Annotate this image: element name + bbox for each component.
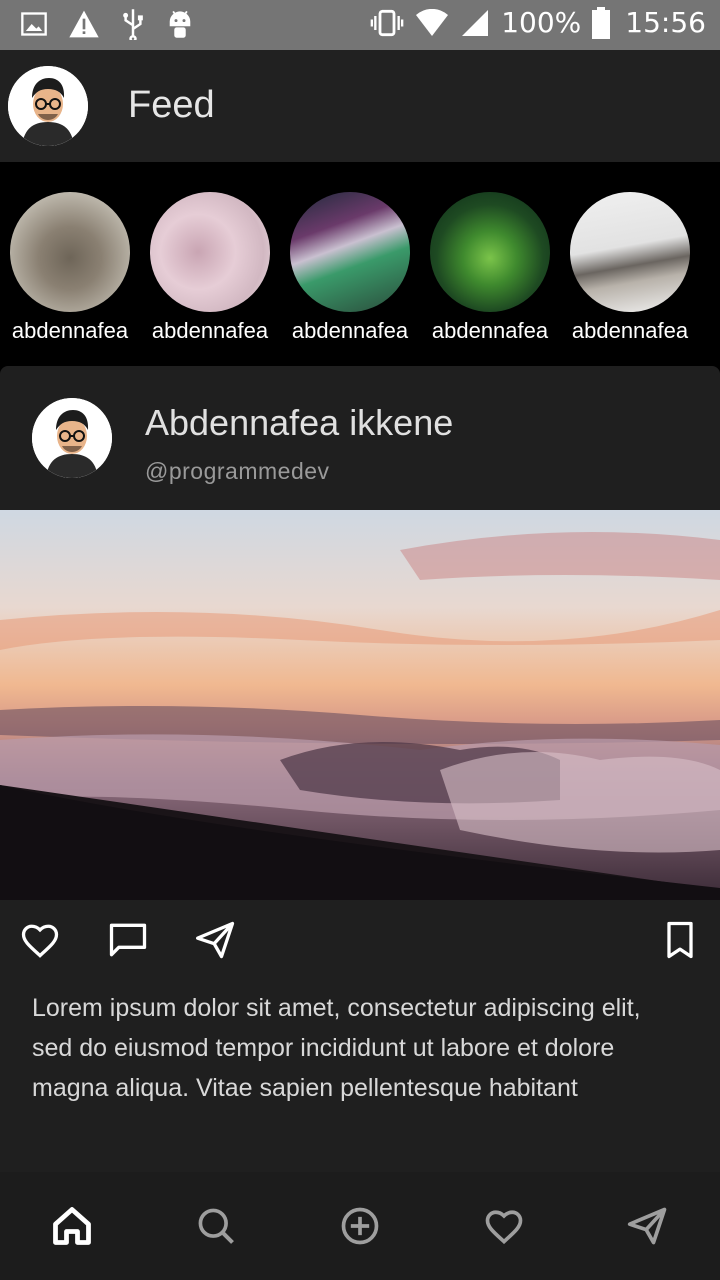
story-thumbnail	[290, 192, 410, 312]
send-icon[interactable]	[626, 1204, 670, 1248]
story-thumbnail	[10, 192, 130, 312]
status-bar: 100% 15:56	[0, 0, 720, 50]
story-username: abdennafea	[11, 318, 129, 343]
clock: 15:56	[625, 6, 706, 39]
story-username: abdennafea	[571, 318, 689, 343]
app-bar: Feed	[0, 50, 720, 162]
story-username: abdennafea	[431, 318, 549, 343]
usb-icon	[123, 9, 143, 40]
post-author-name[interactable]: Abdennafea ikkene	[145, 402, 453, 444]
story-item[interactable]: abdennafea	[140, 192, 280, 344]
image-icon	[21, 12, 47, 36]
bottom-navigation	[0, 1172, 720, 1280]
post-author-handle: @programmedev	[145, 458, 330, 484]
add-icon[interactable]	[338, 1204, 382, 1248]
story-thumbnail	[430, 192, 550, 312]
vibrate-icon	[370, 9, 404, 36]
post-card: Abdennafea ikkene @programmedev Lorem ip…	[0, 366, 720, 1172]
story-thumbnail	[570, 192, 690, 312]
post-caption: Lorem ipsum dolor sit amet, consectetur …	[32, 994, 641, 1102]
post-image[interactable]	[0, 510, 720, 900]
heart-icon[interactable]	[482, 1204, 526, 1248]
signal-icon	[462, 9, 489, 36]
home-icon[interactable]	[50, 1204, 94, 1248]
battery-percentage: 100%	[501, 6, 582, 39]
story-item[interactable]: abdennafea	[560, 192, 700, 344]
story-thumbnail	[150, 192, 270, 312]
stories-row: abdennafea abdennafea abdennafea abdenna…	[0, 162, 720, 366]
post-actions-bar	[0, 914, 720, 966]
story-item[interactable]: abdennafea	[0, 192, 140, 344]
page-title: Feed	[128, 84, 215, 126]
warning-icon	[69, 10, 99, 38]
send-icon[interactable]	[194, 918, 238, 962]
story-username: abdennafea	[151, 318, 269, 343]
battery-icon	[592, 6, 611, 39]
search-icon[interactable]	[194, 1204, 238, 1248]
bookmark-icon[interactable]	[658, 918, 702, 962]
story-item[interactable]: abdennafea	[280, 192, 420, 344]
comment-icon[interactable]	[106, 918, 150, 962]
android-icon	[169, 10, 191, 38]
profile-avatar[interactable]	[8, 66, 88, 146]
story-username: abdennafea	[291, 318, 409, 343]
heart-icon[interactable]	[18, 918, 62, 962]
story-item[interactable]: abdennafea	[420, 192, 560, 344]
post-author-avatar[interactable]	[32, 398, 112, 478]
wifi-icon	[416, 8, 449, 36]
